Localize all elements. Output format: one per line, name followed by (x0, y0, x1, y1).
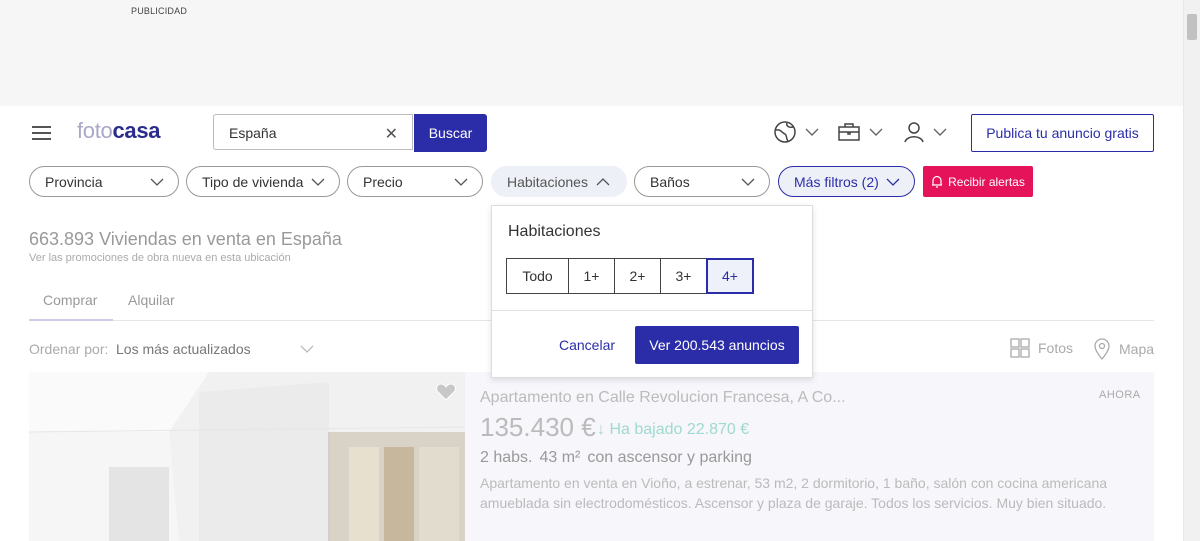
menu-icon[interactable] (32, 126, 51, 140)
view-map-button[interactable]: Mapa (1093, 338, 1154, 360)
order-label: Ordenar por: (29, 341, 109, 357)
map-pin-icon (1094, 338, 1110, 360)
chevron-down-icon[interactable] (300, 342, 314, 356)
search-value: España (229, 125, 277, 141)
filter-precio[interactable]: Precio (347, 166, 483, 197)
tab-comprar[interactable]: Comprar (43, 292, 97, 308)
listing-price: 135.430 € (480, 412, 596, 442)
rooms-option-3[interactable]: 3+ (660, 258, 707, 294)
rooms-option-1[interactable]: 1+ (568, 258, 615, 294)
view-map-label: Mapa (1119, 341, 1155, 357)
chevron-down-icon (869, 128, 883, 136)
room-image (29, 372, 465, 541)
feature-rooms: 2 habs. (480, 449, 533, 466)
chevron-up-icon (596, 178, 610, 186)
rooms-selector: Todo 1+ 2+ 3+ 4+ (506, 258, 754, 294)
filter-label: Habitaciones (507, 173, 588, 190)
chevron-down-icon (150, 178, 164, 186)
listing-time: AHORA (1099, 389, 1141, 401)
receive-alerts-button[interactable]: Recibir alertas (923, 166, 1033, 197)
order-select[interactable]: Los más actualizados (116, 341, 251, 357)
filter-provincia[interactable]: Provincia (29, 166, 179, 197)
chevron-down-icon (805, 128, 819, 136)
listing-description: Apartamento en venta en Vioño, a estrena… (480, 475, 1108, 511)
cancel-button[interactable]: Cancelar (559, 337, 615, 353)
chevron-down-icon (933, 128, 947, 136)
filter-tipo-vivienda[interactable]: Tipo de vivienda (186, 166, 340, 197)
view-results-button[interactable]: Ver 200.543 anuncios (635, 326, 799, 364)
professional-menu[interactable] (837, 120, 883, 144)
filter-label: Provincia (45, 173, 103, 190)
scrollbar[interactable] (1183, 0, 1200, 541)
price-drop: ↓ Ha bajado 22.870 € (597, 421, 750, 438)
dropdown-divider (492, 310, 812, 311)
search-input[interactable]: España ✕ (213, 114, 413, 150)
feature-extras: con ascensor y parking (587, 449, 752, 466)
user-icon (904, 122, 924, 143)
listing-title[interactable]: Apartamento en Calle Revolucion Francesa… (480, 389, 846, 407)
language-selector[interactable] (773, 120, 819, 144)
globe-icon (774, 121, 796, 143)
view-photos-button[interactable]: Fotos (1010, 338, 1073, 358)
favorite-icon[interactable] (436, 383, 456, 401)
habitaciones-dropdown: Habitaciones Todo 1+ 2+ 3+ 4+ Cancelar V… (491, 205, 813, 378)
filter-label: Tipo de vivienda (202, 173, 304, 190)
publish-ad-button[interactable]: Publica tu anuncio gratis (971, 114, 1154, 152)
alerts-label: Recibir alertas (948, 174, 1025, 189)
logo[interactable]: fotocasa (77, 118, 161, 144)
clear-icon[interactable]: ✕ (385, 124, 398, 144)
rooms-option-4[interactable]: 4+ (706, 258, 754, 294)
chevron-down-icon (454, 178, 468, 186)
filter-habitaciones[interactable]: Habitaciones (491, 166, 627, 197)
bell-icon (932, 175, 943, 188)
rooms-option-2[interactable]: 2+ (614, 258, 661, 294)
promotions-link[interactable]: Ver las promociones de obra nueva en est… (29, 252, 291, 264)
filter-label: Más filtros (2) (794, 173, 879, 190)
results-count: 663.893 Viviendas en venta en España (29, 229, 342, 249)
ad-label: PUBLICIDAD (131, 6, 188, 16)
dropdown-title: Habitaciones (508, 223, 601, 240)
scrollbar-thumb[interactable] (1187, 14, 1197, 40)
ad-banner: PUBLICIDAD (0, 0, 1184, 106)
feature-area: 43 m² (539, 449, 581, 466)
tab-alquilar[interactable]: Alquilar (128, 292, 175, 308)
search-button[interactable]: Buscar (414, 114, 487, 152)
listing-features: 2 habs. 43 m² con ascensor y parking (480, 449, 752, 467)
chevron-down-icon (886, 178, 900, 186)
filter-label: Baños (650, 173, 690, 190)
active-tab-indicator (29, 319, 113, 321)
grid-icon (1010, 338, 1030, 358)
chevron-down-icon (741, 178, 755, 186)
filter-banos[interactable]: Baños (634, 166, 770, 197)
briefcase-icon (838, 123, 860, 141)
user-menu[interactable] (903, 120, 947, 144)
filter-label: Precio (363, 173, 403, 190)
chevron-down-icon (311, 178, 325, 186)
rooms-option-todo[interactable]: Todo (506, 258, 569, 294)
view-photos-label: Fotos (1038, 340, 1074, 356)
listing-photo[interactable] (29, 372, 465, 541)
filter-mas-filtros[interactable]: Más filtros (2) (778, 166, 915, 197)
